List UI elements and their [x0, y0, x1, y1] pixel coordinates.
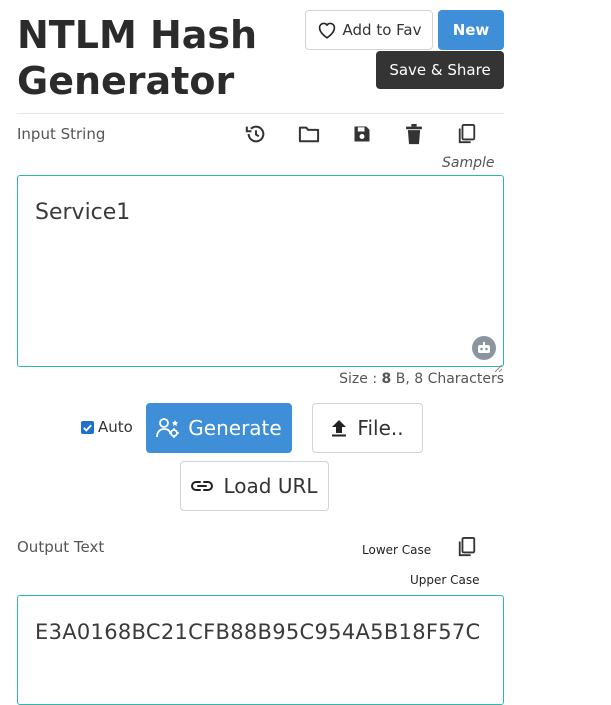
upload-icon — [331, 419, 347, 437]
upper-case-button[interactable]: Upper Case — [410, 573, 480, 587]
generate-label: Generate — [188, 416, 282, 440]
generate-button[interactable]: Generate — [146, 403, 292, 453]
copy-output-icon[interactable] — [455, 535, 479, 559]
add-to-fav-button[interactable]: Add to Fav — [305, 10, 433, 50]
robot-icon[interactable] — [472, 336, 496, 360]
input-string-label: Input String — [17, 125, 106, 143]
input-textarea[interactable]: Service1 — [17, 175, 504, 367]
output-text-label: Output Text — [17, 538, 105, 556]
trash-icon[interactable] — [402, 122, 426, 146]
checkbox-checked-icon[interactable] — [81, 420, 94, 434]
load-url-label: Load URL — [223, 474, 318, 498]
history-icon[interactable] — [244, 122, 268, 146]
link-icon — [191, 480, 214, 492]
auto-checkbox[interactable]: Auto — [81, 418, 133, 436]
output-textarea[interactable]: E3A0168BC21CFB88B95C954A5B18F57C — [17, 595, 504, 705]
save-and-share-button[interactable]: Save & Share — [376, 51, 504, 89]
load-url-button[interactable]: Load URL — [180, 461, 329, 511]
copy-icon[interactable] — [455, 122, 479, 146]
save-icon[interactable] — [350, 122, 374, 146]
folder-open-icon[interactable] — [297, 122, 321, 146]
sample-link[interactable]: Sample — [442, 155, 495, 171]
heart-icon — [317, 21, 337, 39]
page-title: NTLM Hash Generator — [17, 13, 258, 103]
size-bytes: 8 — [381, 371, 392, 387]
lower-case-button[interactable]: Lower Case — [362, 543, 431, 557]
file-label: File.. — [357, 416, 404, 440]
header-divider — [17, 113, 504, 114]
auto-label: Auto — [98, 418, 133, 436]
new-button[interactable]: New — [438, 10, 504, 50]
user-gear-icon — [156, 417, 180, 439]
add-to-fav-label: Add to Fav — [342, 21, 422, 39]
file-button[interactable]: File.. — [312, 403, 423, 453]
size-info: Size : 8 B, 8 Characters — [339, 371, 504, 387]
